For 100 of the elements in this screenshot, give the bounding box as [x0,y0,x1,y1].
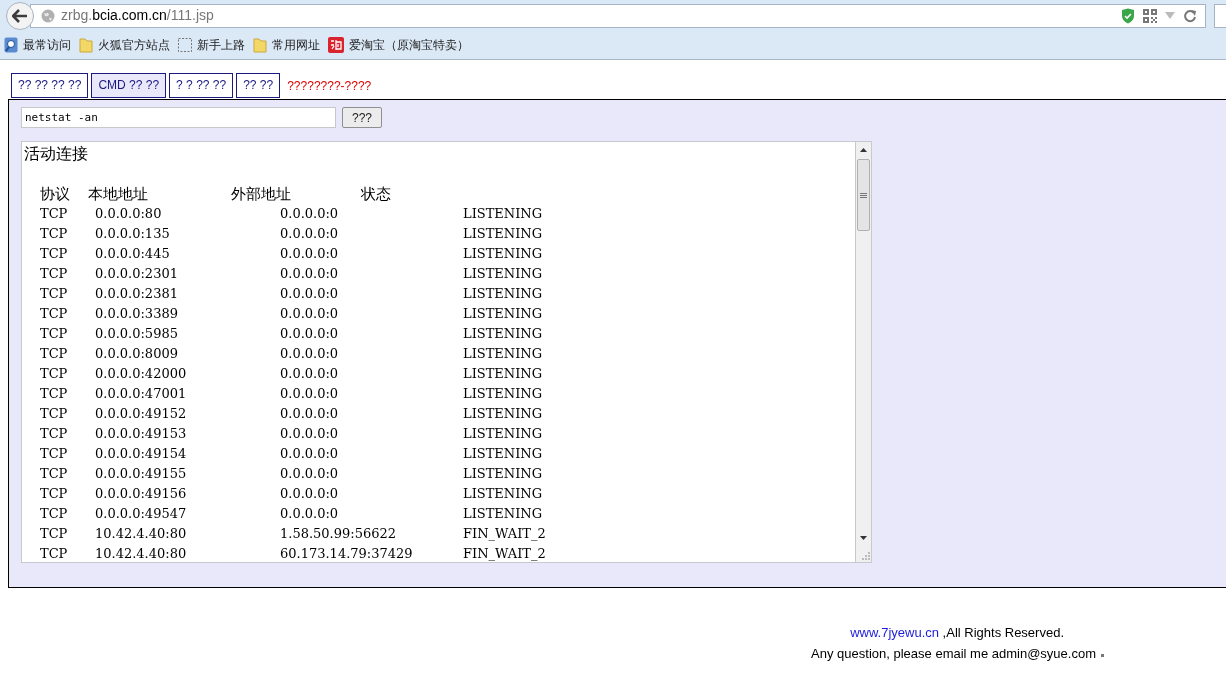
scrollbar[interactable] [855,141,872,563]
output-cell-text: 0.0.0.0:49155 [95,465,188,483]
output-cell-text: 0.0.0.0:8009 [95,345,179,363]
blank-page-icon [178,37,192,53]
folder-icon [79,37,93,53]
output-cell-text: 0.0.0.0:49154 [95,445,188,463]
output-cell-text: 0.0.0.0:47001 [95,385,188,403]
scrollbar-thumb[interactable] [857,159,870,231]
url-text: zrbg.bcia.com.cn/111.jsp [61,6,214,25]
output-cell-text: 0.0.0.0:42000 [95,365,188,383]
tab[interactable]: ? ? ?? ?? [169,73,234,98]
tab[interactable]: CMD ?? ?? [91,73,167,98]
output-cell-text: 0.0.0.0:5985 [95,325,179,343]
qr-code-icon[interactable] [1143,8,1157,23]
output-cell-text: 0.0.0.0:49152 [95,405,188,423]
output-cell-text: LISTENING [463,505,544,523]
globe-icon [41,8,55,23]
output-cell-text: TCP [40,265,69,283]
output-cell-text: LISTENING [463,285,544,303]
output-cell-text: 0.0.0.0:0 [280,385,340,403]
output-cell-text: 10.42.4.40:80 [95,545,188,562]
output-cell-text: LISTENING [463,305,544,323]
back-button[interactable] [6,1,34,30]
output-cell-text: 0.0.0.0:0 [280,205,340,223]
output-title: 活动连接 [24,144,89,164]
output-cell-text: 0.0.0.0:80 [95,205,163,223]
column-header: 状态 [361,184,392,204]
output-cell-text: 0.0.0.0:49547 [95,505,188,523]
output-cell-text: TCP [40,445,69,463]
output-cell-text: 0.0.0.0:0 [280,365,340,383]
bookmark-link[interactable]: 火狐官方站点 [98,36,170,54]
output-text-area[interactable] [21,141,855,563]
output-cell-text: 1.58.50.99:56622 [280,525,398,543]
output-cell-text: 0.0.0.0:0 [280,225,340,243]
output-cell-text: TCP [40,325,69,343]
output-cell-text: 0.0.0.0:135 [95,225,171,243]
rights-text: ,All Rights Reserved. [941,625,1064,640]
output-cell-text: TCP [40,225,69,243]
output-cell-text: TCP [40,205,69,223]
shield-icon [1121,7,1135,24]
output-cell-text: 0.0.0.0:2381 [95,285,179,303]
output-cell-text: TCP [40,245,69,263]
folder-icon [253,37,267,53]
site-link[interactable]: www.7jyewu.cn [850,625,939,640]
output-cell-text: 0.0.0.0:2301 [95,265,179,283]
reload-icon[interactable] [1183,8,1197,23]
output-cell-text: 0.0.0.0:3389 [95,305,179,323]
tab[interactable]: ?? ?? [236,73,281,98]
notice-text: ????????-???? [287,77,372,95]
output-cell-text: LISTENING [463,245,544,263]
output-cell-text: TCP [40,525,69,543]
output-cell-text: TCP [40,485,69,503]
output-cell-text: 0.0.0.0:445 [95,245,171,263]
output-cell-text: 0.0.0.0:0 [280,345,340,363]
output-cell-text: 0.0.0.0:0 [280,265,340,283]
output-cell-text: LISTENING [463,485,544,503]
scroll-up-icon[interactable] [860,148,867,152]
output-cell-text: LISTENING [463,325,544,343]
bookmark-link[interactable]: 最常访问 [23,36,71,54]
output-cell-text: LISTENING [463,425,544,443]
contact-text: Any question, please email me admin@syue.com [811,644,1096,663]
output-cell-text: LISTENING [463,385,544,403]
magnifier-icon [4,37,18,53]
column-header: 协议 [40,184,71,204]
output-cell-text: LISTENING [463,225,544,243]
column-header: 外部地址 [231,184,292,204]
scroll-down-icon[interactable] [860,536,867,540]
output-cell-text: LISTENING [463,405,544,423]
output-cell-text: FIN_WAIT_2 [463,545,547,562]
output-cell-text: TCP [40,505,69,523]
resize-grip-icon[interactable] [862,552,870,560]
output-cell-text: 10.42.4.40:80 [95,525,188,543]
output-cell-text: TCP [40,405,69,423]
output-cell-text: 0.0.0.0:0 [280,245,340,263]
execute-button[interactable]: ??? [342,107,382,128]
shop-logo-icon [328,37,344,53]
output-cell-text: 0.0.0.0:0 [280,325,340,343]
output-cell-text: 0.0.0.0:0 [280,505,340,523]
command-input[interactable]: netstat -an [21,107,336,128]
output-cell-text: FIN_WAIT_2 [463,525,547,543]
output-cell-text: 0.0.0.0:0 [280,465,340,483]
output-cell-text: TCP [40,385,69,403]
output-cell-text: 0.0.0.0:49153 [95,425,188,443]
output-cell-text: 0.0.0.0:0 [280,305,340,323]
output-cell-text: TCP [40,425,69,443]
output-cell-text: LISTENING [463,265,544,283]
output-cell-text: 0.0.0.0:0 [280,425,340,443]
output-cell-text: 0.0.0.0:49156 [95,485,188,503]
output-cell-text: TCP [40,465,69,483]
bookmark-link[interactable]: 爱淘宝（原淘宝特卖） [349,36,469,54]
output-cell-text: TCP [40,345,69,363]
output-cell-text: TCP [40,545,69,562]
output-cell-text: 0.0.0.0:0 [280,485,340,503]
tab[interactable]: ?? ?? ?? ?? [11,73,89,98]
bookmark-link[interactable]: 常用网址 [272,36,320,54]
back-arrow-icon [12,8,28,23]
address-bar[interactable]: zrbg.bcia.com.cn/111.jsp [30,3,1206,28]
bookmark-link[interactable]: 新手上路 [197,36,245,54]
output-cell-text: LISTENING [463,345,544,363]
output-cell-text: 0.0.0.0:0 [280,445,340,463]
